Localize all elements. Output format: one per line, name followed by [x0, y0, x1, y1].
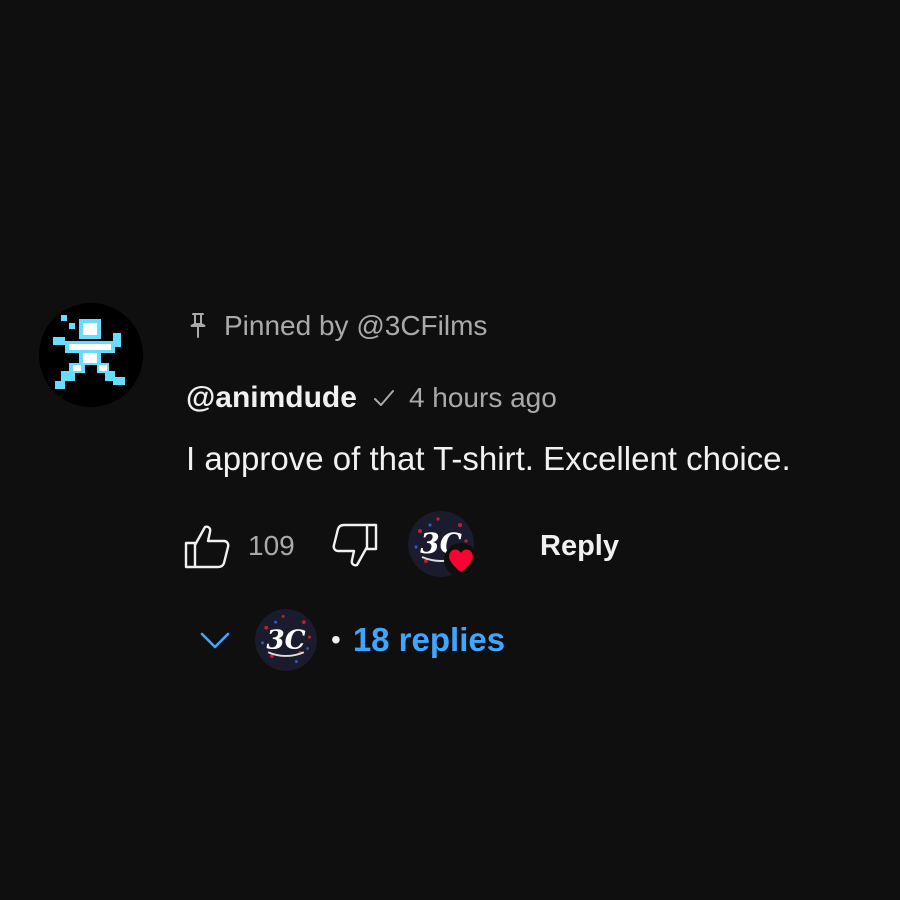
pixel-figure-icon: [39, 303, 143, 407]
thumbs-up-icon: [184, 525, 230, 569]
pinned-label: Pinned by @3CFilms: [186, 308, 487, 344]
pinned-text: Pinned by @3CFilms: [224, 310, 488, 341]
dislike-button[interactable]: [328, 519, 382, 573]
pin-icon: [186, 311, 210, 341]
author-name[interactable]: @animdude: [186, 381, 357, 415]
svg-text:3C: 3C: [266, 624, 305, 655]
heart-icon: [444, 543, 478, 577]
replier-avatar: 3C: [255, 609, 317, 671]
replies-count[interactable]: 18 replies: [353, 621, 505, 659]
commenter-avatar[interactable]: [39, 303, 143, 407]
like-button[interactable]: [180, 519, 234, 573]
comment-header: @animdude 4 hours ago: [186, 378, 557, 418]
creator-heart: 3C: [408, 511, 478, 581]
chevron-down-icon: [195, 620, 235, 660]
thumbs-down-icon: [332, 523, 378, 567]
check-icon: [373, 387, 395, 409]
comment-actions: 109 3C Reply: [180, 510, 619, 582]
comment-timestamp[interactable]: 4 hours ago: [409, 382, 557, 414]
comment-body: I approve of that T-shirt. Excellent cho…: [186, 440, 791, 477]
view-replies-button[interactable]: 3C • 18 replies: [195, 604, 505, 676]
like-count: 109: [248, 530, 295, 561]
reply-button[interactable]: Reply: [540, 522, 619, 571]
separator-dot: •: [331, 624, 341, 655]
